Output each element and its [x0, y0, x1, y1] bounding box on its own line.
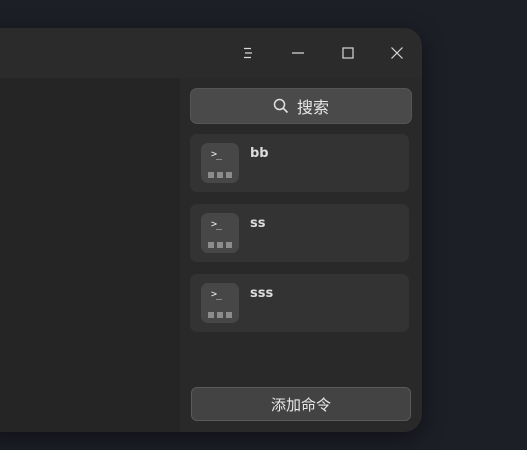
command-card[interactable]: >_ bb: [190, 134, 409, 192]
search-icon: [273, 98, 289, 114]
command-name: bb: [250, 146, 269, 161]
command-card[interactable]: >_ ss: [190, 204, 409, 262]
menu-icon: [244, 47, 252, 59]
terminal-icon: >_: [201, 283, 239, 323]
terminal-area[interactable]: [0, 78, 180, 432]
title-bar: [0, 28, 422, 78]
command-name: ss: [250, 216, 266, 231]
search-label: 搜索: [296, 98, 329, 117]
command-name: sss: [250, 286, 274, 301]
add-command-button[interactable]: 添加命令: [191, 387, 411, 421]
terminal-icon: >_: [201, 143, 239, 183]
close-icon: [391, 47, 403, 59]
menu-button[interactable]: [233, 38, 263, 68]
command-card[interactable]: >_ sss: [190, 274, 409, 332]
minimize-icon: [292, 52, 304, 54]
command-panel: 搜索 >_ bb >_ ss >_ sss 添加命令: [180, 78, 422, 432]
close-button[interactable]: [382, 38, 412, 68]
terminal-icon: >_: [201, 213, 239, 253]
maximize-button[interactable]: [333, 38, 363, 68]
search-button[interactable]: 搜索: [190, 88, 412, 124]
app-window: 搜索 >_ bb >_ ss >_ sss 添加命令: [0, 28, 422, 432]
maximize-icon: [342, 47, 354, 59]
minimize-button[interactable]: [283, 38, 313, 68]
